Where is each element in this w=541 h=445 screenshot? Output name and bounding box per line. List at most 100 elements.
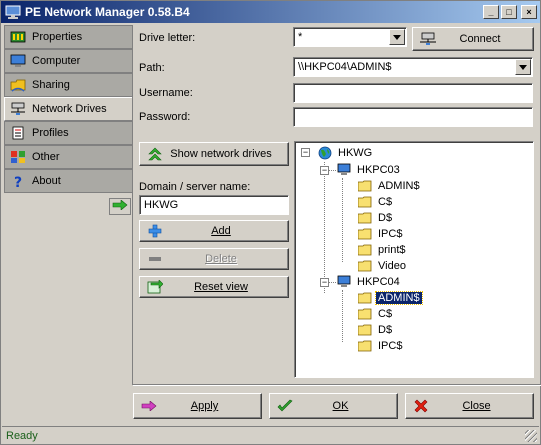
refresh-icon — [146, 279, 164, 295]
sidebar-item-label: Sharing — [32, 79, 70, 91]
tree-node-label: ADMIN$ — [375, 291, 423, 305]
reset-view-label: Reset view — [194, 281, 248, 293]
domain-value: HKWG — [144, 199, 179, 211]
tree-share-node[interactable]: C$ — [357, 306, 394, 322]
close-window-button[interactable]: × — [521, 5, 537, 19]
apply-label: Apply — [190, 400, 219, 412]
close-button[interactable]: Close — [405, 393, 534, 419]
app-window: PE Network Manager 0.58.B4 _ □ × Propert… — [0, 0, 541, 445]
tree-node-label: HKWG — [338, 147, 373, 159]
double-chevron-up-icon — [146, 146, 164, 162]
folder-icon — [357, 307, 373, 321]
tree-share-node[interactable]: IPC$ — [357, 338, 404, 354]
sidebar-item-network-drives[interactable]: Network Drives — [4, 97, 133, 121]
chevron-down-icon[interactable] — [515, 59, 531, 75]
folder-icon — [357, 243, 373, 257]
folder-icon — [357, 195, 373, 209]
sidebar-item-other[interactable]: Other — [4, 145, 133, 169]
connect-button[interactable]: Connect — [412, 27, 534, 51]
tree-connector — [342, 178, 343, 262]
tree-connector — [324, 162, 325, 293]
collapse-server-toggle[interactable]: − — [320, 166, 329, 175]
computer-icon — [336, 163, 352, 177]
tree-server-node[interactable]: HKPC03 — [336, 162, 402, 178]
tree-share-node[interactable]: ADMIN$ — [357, 178, 422, 194]
minimize-button[interactable]: _ — [483, 5, 499, 19]
arrow-right-icon — [112, 199, 128, 213]
other-icon — [10, 149, 26, 165]
username-field[interactable] — [293, 83, 533, 103]
sidebar-item-profiles[interactable]: Profiles — [4, 121, 133, 145]
folder-icon — [357, 227, 373, 241]
domain-label: Domain / server name: — [139, 181, 251, 193]
folder-icon — [357, 291, 373, 305]
tree-node-label: HKPC04 — [357, 276, 400, 288]
question-icon: ? — [10, 173, 26, 189]
computer-icon — [336, 275, 352, 289]
path-label: Path: — [139, 62, 165, 74]
profiles-icon — [10, 125, 26, 141]
tree-node-label: Video — [378, 260, 406, 272]
sidebar-item-label: Profiles — [32, 127, 69, 139]
network-connect-icon — [419, 31, 437, 47]
tree-node-label: IPC$ — [378, 340, 403, 352]
reset-view-button[interactable]: Reset view — [139, 276, 289, 298]
tree-node-label: C$ — [378, 196, 393, 208]
title-bar[interactable]: PE Network Manager 0.58.B4 _ □ × — [1, 1, 540, 23]
delete-label: Delete — [205, 253, 237, 265]
tree-share-node[interactable]: D$ — [357, 210, 394, 226]
resize-grip-icon[interactable] — [525, 430, 537, 442]
connect-label: Connect — [459, 33, 501, 45]
username-label: Username: — [139, 87, 193, 99]
delete-button[interactable]: Delete — [139, 248, 289, 270]
apply-button[interactable]: Apply — [133, 393, 262, 419]
maximize-button[interactable]: □ — [501, 5, 517, 19]
tree-node-label: ADMIN$ — [378, 180, 420, 192]
bottom-separator — [133, 384, 541, 386]
collapse-server-toggle[interactable]: − — [320, 278, 329, 287]
tree-share-node[interactable]: print$ — [357, 242, 408, 258]
domain-server-input[interactable]: HKWG — [139, 195, 289, 215]
tree-root-workgroup[interactable]: HKWG — [317, 145, 374, 161]
sidebar-item-properties[interactable]: Properties — [4, 25, 133, 49]
path-value: \\HKPC04\ADMIN$ — [298, 61, 392, 73]
tree-node-label: D$ — [378, 324, 393, 336]
password-field[interactable] — [293, 107, 533, 127]
tree-share-node[interactable]: IPC$ — [357, 226, 404, 242]
ok-button[interactable]: OK — [269, 393, 398, 419]
tree-node-label: HKPC03 — [357, 164, 400, 176]
folder-icon — [357, 179, 373, 193]
folder-icon — [357, 211, 373, 225]
tree-share-node-selected[interactable]: ADMIN$ — [357, 290, 423, 306]
show-network-drives-button[interactable]: Show network drives — [139, 142, 289, 166]
window-title: PE Network Manager 0.58.B4 — [25, 5, 190, 19]
add-label: Add — [211, 225, 231, 237]
path-combo[interactable]: \\HKPC04\ADMIN$ — [293, 57, 533, 77]
folder-icon — [357, 323, 373, 337]
collapse-root-toggle[interactable]: − — [301, 148, 310, 157]
tree-server-node[interactable]: HKPC04 — [336, 274, 402, 290]
add-button[interactable]: Add — [139, 220, 289, 242]
sidebar-item-label: Properties — [32, 31, 83, 43]
sidebar-item-computer[interactable]: Computer — [4, 49, 133, 73]
tree-share-node[interactable]: C$ — [357, 194, 394, 210]
tree-share-node[interactable]: D$ — [357, 322, 394, 338]
globe-icon — [317, 146, 333, 160]
password-label: Password: — [139, 111, 191, 123]
sidebar-item-label: Network Drives — [32, 103, 107, 115]
arrow-right-icon — [140, 398, 158, 414]
tree-share-node[interactable]: Video — [357, 258, 408, 274]
sidebar-item-about[interactable]: ? About — [4, 169, 133, 193]
close-label: Close — [462, 400, 491, 412]
sidebar-item-sharing[interactable]: Sharing — [4, 73, 133, 97]
sidebar-divider — [132, 25, 133, 385]
svg-text:?: ? — [14, 175, 22, 188]
drive-letter-combo[interactable]: * — [293, 27, 407, 47]
drive-letter-label: Drive letter: — [139, 32, 196, 44]
collapse-sidebar-button[interactable] — [109, 198, 131, 215]
red-x-icon — [412, 398, 430, 414]
tree-node-label: IPC$ — [378, 228, 403, 240]
network-tree[interactable]: − HKWG − HKPC03 ADMIN$ C$ D$ IPC$ print$… — [294, 141, 534, 378]
plus-icon — [146, 223, 164, 239]
chevron-down-icon[interactable] — [389, 29, 405, 45]
